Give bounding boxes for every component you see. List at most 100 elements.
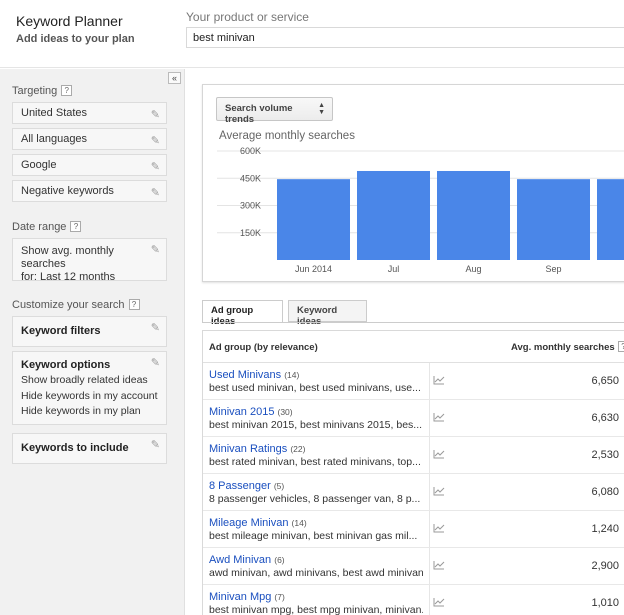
keyword-options-box[interactable]: Keyword options Show broadly related ide…	[12, 351, 167, 425]
avg-monthly-searches-value: 1,240	[591, 523, 619, 535]
ad-group-title[interactable]: Mileage Minivan	[209, 517, 288, 529]
sidebar: « Targeting? United States ✎ All languag…	[0, 69, 185, 615]
trend-chart-icon[interactable]	[433, 560, 445, 570]
pencil-icon[interactable]: ✎	[151, 322, 160, 335]
ad-group-title[interactable]: 8 Passenger	[209, 480, 271, 492]
ad-group-keywords: best used minivan, best used minivans, u…	[209, 382, 421, 394]
column-header-avg-searches[interactable]: Avg. monthly searches	[511, 342, 615, 353]
avg-monthly-searches-value: 6,650	[591, 375, 619, 387]
ad-group-link[interactable]: Mileage Minivan (14)	[209, 517, 307, 529]
date-range-box[interactable]: Show avg. monthly searches for: Last 12 …	[12, 238, 167, 283]
ad-group-keywords: best minivan mpg, best mpg minivan, mini…	[209, 604, 423, 615]
table-row: Mileage Minivan (14) best mileage minivan…	[203, 511, 624, 548]
ad-group-title[interactable]: Minivan Ratings	[209, 443, 287, 455]
targeting-label: Targeting?	[12, 85, 73, 97]
bar-aug[interactable]	[437, 170, 510, 260]
trend-chart-icon[interactable]	[433, 375, 445, 385]
bar-sep[interactable]	[517, 179, 590, 260]
ad-group-title[interactable]: Awd Minivan	[209, 554, 271, 566]
help-icon[interactable]: ?	[61, 85, 73, 96]
pencil-icon[interactable]: ✎	[151, 134, 160, 147]
bar-jul[interactable]	[357, 170, 430, 260]
table-row: 8 Passenger (5) 8 passenger vehicles, 8 p…	[203, 474, 624, 511]
ad-group-count: (5)	[273, 481, 285, 491]
x-tick-label: Aug	[465, 264, 481, 274]
keyword-option-line: Hide keywords in my plan	[21, 405, 141, 417]
table-header: Ad group (by relevance) Avg. monthly sea…	[203, 331, 624, 363]
table-row: Minivan Ratings (22) best rated minivan, …	[203, 437, 624, 474]
bar-jun-2014[interactable]	[277, 179, 350, 260]
column-divider	[429, 437, 430, 473]
date-range-label-text: Date range	[12, 221, 67, 233]
app-subtitle: Add ideas to your plan	[16, 33, 135, 45]
date-range-line2: for: Last 12 months	[21, 271, 116, 283]
keyword-option-line: Hide keywords in my account	[21, 389, 158, 402]
negative-keywords-label: Negative keywords	[21, 185, 114, 197]
ad-group-link[interactable]: Used Minivans (14)	[209, 369, 299, 381]
help-icon[interactable]: ?	[618, 341, 624, 352]
product-input[interactable]	[186, 27, 624, 48]
bar-next[interactable]	[597, 179, 624, 260]
column-divider	[429, 548, 430, 584]
help-icon[interactable]: ?	[70, 221, 82, 232]
pencil-icon[interactable]: ✎	[151, 357, 160, 370]
pencil-icon[interactable]: ✎	[151, 160, 160, 173]
targeting-language[interactable]: All languages ✎	[12, 128, 167, 150]
date-range-label: Date range?	[12, 221, 82, 233]
column-divider	[429, 511, 430, 547]
table-row: Awd Minivan (6) awd minivan, awd minivans…	[203, 548, 624, 585]
targeting-network[interactable]: Google ✎	[12, 154, 167, 176]
keyword-filters-label: Keyword filters	[21, 325, 101, 337]
trend-chart-icon[interactable]	[433, 597, 445, 607]
table-row: Used Minivans (14) best used minivan, bes…	[203, 363, 624, 400]
ad-group-count: (6)	[274, 555, 285, 565]
ad-group-link[interactable]: Minivan 2015 (30)	[209, 406, 293, 418]
chart-title: Average monthly searches	[219, 130, 355, 142]
pencil-icon[interactable]: ✎	[151, 186, 160, 199]
ad-group-count: (7)	[274, 592, 285, 602]
app-title[interactable]: Keyword Planner	[16, 13, 123, 29]
targeting-language-label: All languages	[21, 133, 88, 145]
help-icon[interactable]: ?	[128, 299, 140, 310]
ad-group-count: (22)	[290, 444, 306, 454]
ad-group-link[interactable]: Minivan Ratings (22)	[209, 443, 305, 455]
ad-group-keywords: awd minivan, awd minivans, best awd mini…	[209, 567, 423, 579]
avg-monthly-searches-value: 2,530	[591, 449, 619, 461]
search-volume-trends-dropdown[interactable]: Search volume trends ▲ ▼	[216, 97, 333, 125]
targeting-negative-keywords[interactable]: Negative keywords ✎	[12, 180, 167, 202]
pencil-icon[interactable]: ✎	[151, 439, 160, 452]
keywords-to-include-box[interactable]: Keywords to include ✎	[12, 433, 167, 464]
ad-group-link[interactable]: Minivan Mpg (7)	[209, 591, 285, 603]
tab-keyword-ideas[interactable]: Keyword ideas	[288, 300, 367, 327]
trend-chart-icon[interactable]	[433, 412, 445, 422]
avg-monthly-searches-value: 2,900	[591, 560, 619, 572]
targeting-location[interactable]: United States ✎	[12, 102, 167, 124]
ad-group-keywords: best rated minivan, best rated minivans,…	[209, 456, 421, 468]
x-tick-label: Jul	[388, 264, 400, 274]
keyword-options-title: Keyword options	[21, 359, 111, 371]
collapse-sidebar-button[interactable]: «	[168, 72, 181, 84]
x-tick-label: Sep	[545, 264, 561, 274]
y-tick-label: 300K	[240, 201, 261, 211]
chart-panel: Search volume trends ▲ ▼ Average monthly …	[202, 84, 624, 282]
column-header-ad-group[interactable]: Ad group (by relevance)	[209, 342, 318, 353]
y-tick-label: 150K	[240, 228, 261, 238]
ad-group-link[interactable]: Awd Minivan (6)	[209, 554, 285, 566]
tab-ad-group-ideas[interactable]: Ad group ideas	[202, 300, 283, 327]
ad-group-title[interactable]: Minivan Mpg	[209, 591, 271, 603]
x-tick-label: Jun 2014	[295, 264, 332, 274]
avg-monthly-searches-value: 6,080	[591, 486, 619, 498]
pencil-icon[interactable]: ✎	[151, 108, 160, 121]
ad-group-title[interactable]: Used Minivans	[209, 369, 281, 381]
ad-group-title[interactable]: Minivan 2015	[209, 406, 274, 418]
ad-group-link[interactable]: 8 Passenger (5)	[209, 480, 284, 492]
trend-chart-icon[interactable]	[433, 486, 445, 496]
trend-chart-icon[interactable]	[433, 523, 445, 533]
column-divider	[429, 363, 430, 399]
pencil-icon[interactable]: ✎	[151, 244, 160, 257]
keyword-filters-box[interactable]: Keyword filters ✎	[12, 316, 167, 347]
ad-group-keywords: 8 passenger vehicles, 8 passenger van, 8…	[209, 493, 421, 505]
customize-label: Customize your search?	[12, 299, 140, 311]
trend-chart-icon[interactable]	[433, 449, 445, 459]
header: Keyword Planner Add ideas to your plan Y…	[0, 0, 624, 68]
